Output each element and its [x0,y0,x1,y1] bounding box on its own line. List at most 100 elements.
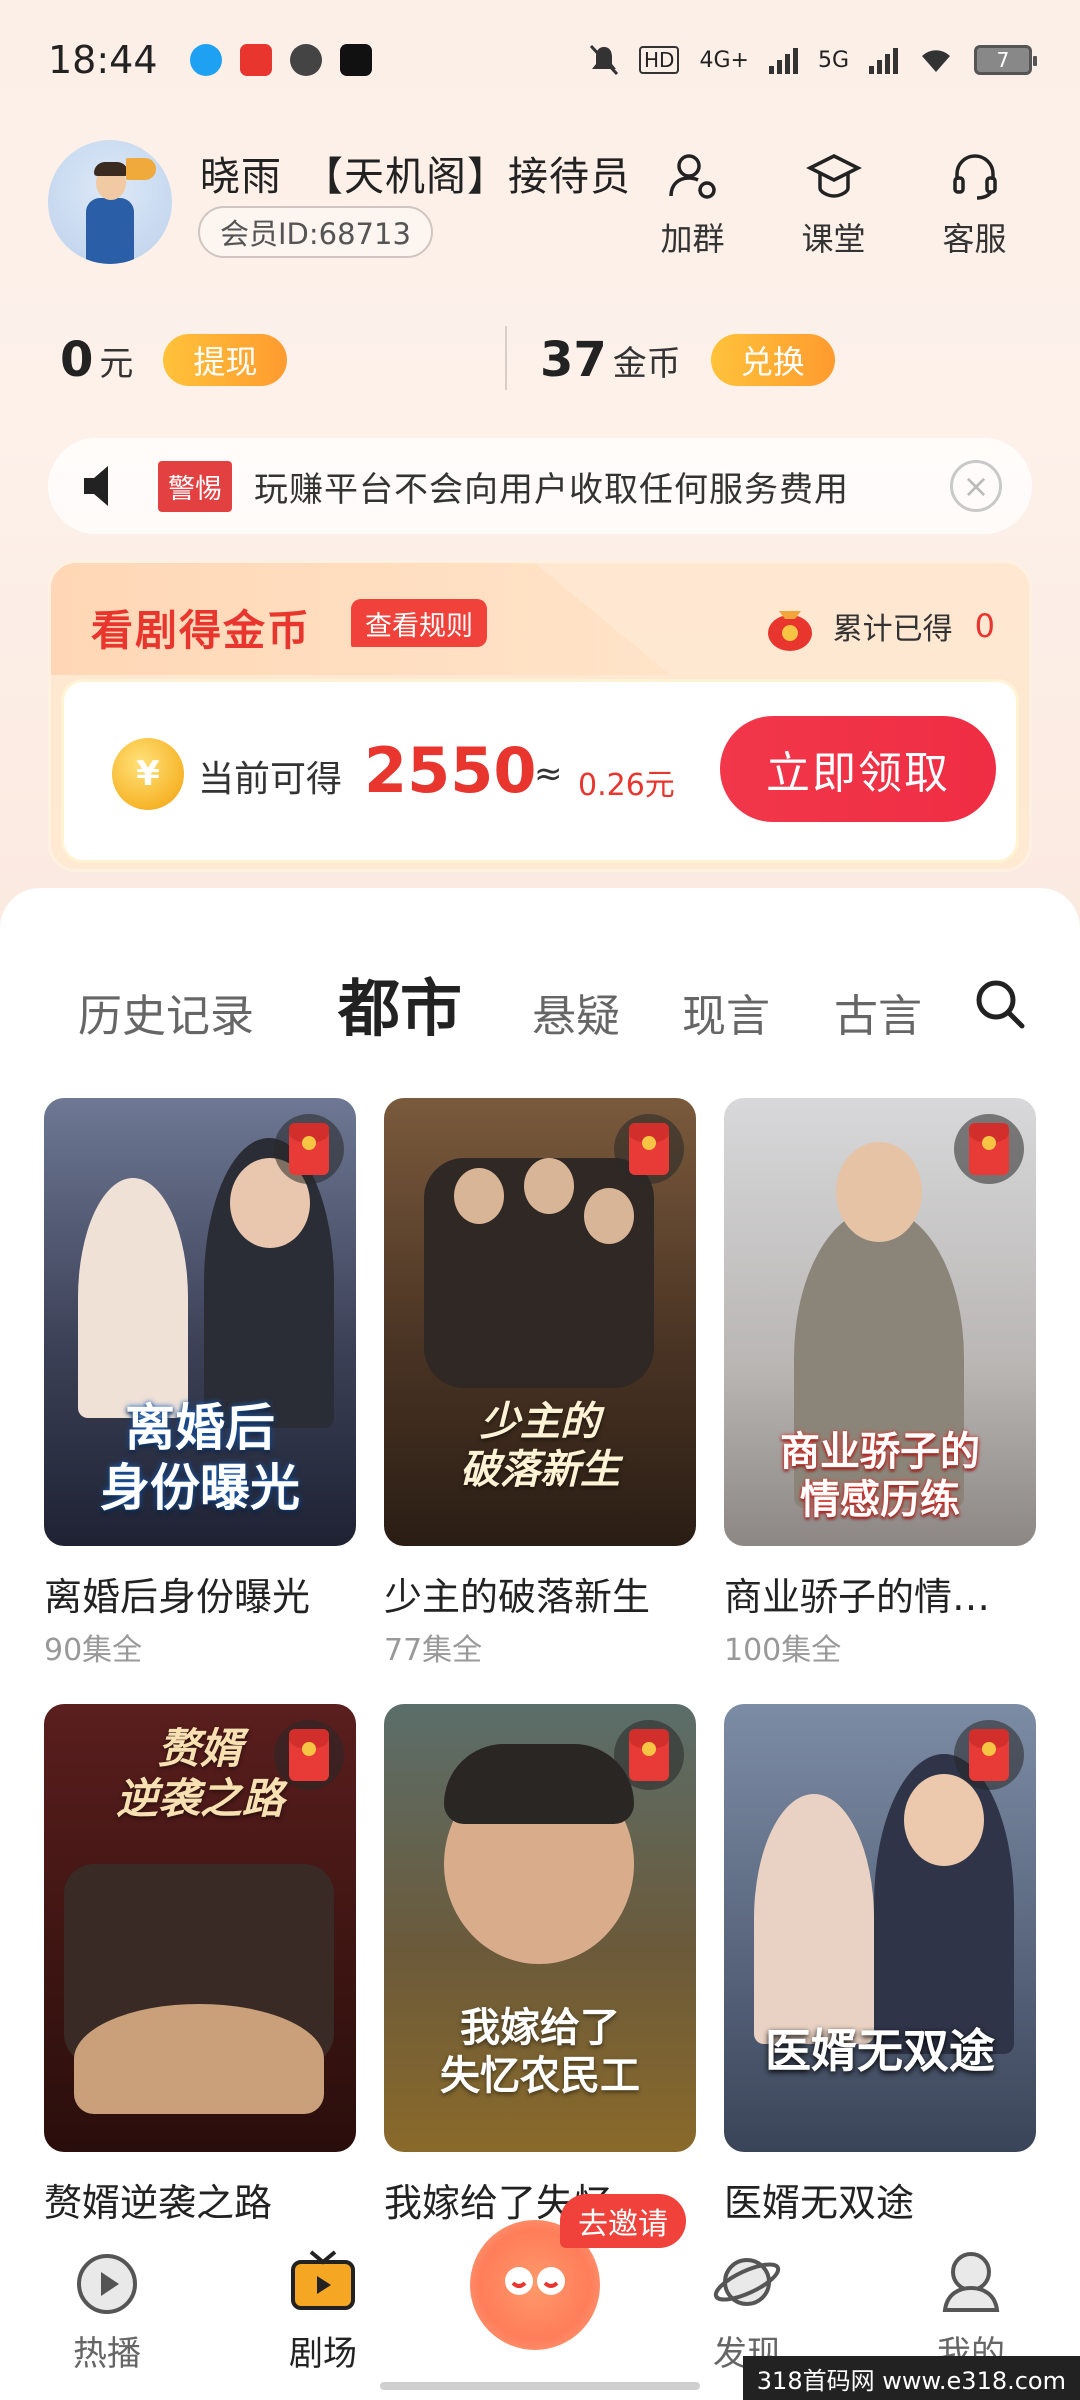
close-icon[interactable]: × [950,460,1002,512]
customer-service-button[interactable]: 客服 [917,148,1032,260]
drama-title: 离婚后身份曝光 [44,1575,311,1619]
nav-theater-label: 剧场 [289,2334,357,2374]
qq-notification-icon [189,44,222,76]
red-envelope-icon [969,1729,1009,1781]
red-packet-badge [274,1720,344,1790]
user-group-icon [665,148,721,204]
headset-icon [947,148,1003,204]
cash-value: 0 [60,332,94,388]
tab-urban[interactable]: 都市 [338,958,462,1048]
home-indicator[interactable] [380,2382,700,2390]
search-icon[interactable] [972,976,1028,1032]
profile-header: 晓雨 【天机阁】接待员 会员ID:68713 加群 课堂 客服 [48,140,1032,270]
tv-icon [291,2250,355,2310]
customer-service-label: 客服 [942,220,1007,258]
current-earnable-value: 2550 [364,734,537,807]
current-yuan-value: 0.26元 [578,768,675,803]
red-envelope-icon [289,1123,329,1175]
classroom-button[interactable]: 课堂 [776,148,891,260]
drama-episodes: 90集全 [44,1633,143,1668]
exchange-button[interactable]: 兑换 [710,334,835,386]
join-group-label: 加群 [660,220,725,258]
drama-card[interactable]: 赘婿 逆袭之路 赘婿逆袭之路 [44,1704,356,2227]
red-packet-badge [954,1720,1024,1790]
approx-sign: ≈ [534,754,563,794]
coins-value: 37 [540,332,607,388]
tab-suspense[interactable]: 悬疑 [532,980,620,1044]
red-envelope-icon [289,1729,329,1781]
money-bag-icon [767,611,812,651]
reward-card: 看剧得金币 查看规则 累计已得 0 ¥ 当前可得 2550 ≈ 0.26元 立即… [48,560,1032,872]
drama-title: 少主的破落新生 [384,1575,651,1619]
claim-now-button[interactable]: 立即领取 [720,716,996,822]
drama-card[interactable]: 医婿无双途 医婿无双途 [724,1704,1036,2227]
balance-divider [505,326,507,390]
wechat-notification-icon [289,44,322,76]
coin-icon: ¥ [112,738,184,810]
red-envelope-icon [629,1123,669,1175]
drama-poster[interactable]: 赘婿 逆袭之路 [44,1704,356,2152]
speaker-icon [84,466,108,506]
poster-title-art: 商业骄子的 情感历练 [780,1429,980,1523]
avatar[interactable] [48,140,172,264]
network-4g-label: 4G+ [699,47,749,73]
content-panel: 历史记录 都市 悬疑 现言 古言 离婚后 身份曝光 离婚后身份曝光 90集全 少… [0,888,1080,2400]
drama-title: 赘婿逆袭之路 [44,2181,273,2225]
red-packet-badge [954,1114,1024,1184]
drama-poster[interactable]: 少主的 破落新生 [384,1098,696,1546]
drama-poster[interactable]: 我嫁给了 失忆农民工 [384,1704,696,2152]
tiktok-notification-icon [339,44,372,76]
poster-title-art: 我嫁给了 失忆农民工 [440,2005,640,2099]
cash-balance: 0 元 提现 [60,332,288,388]
warning-tag: 警惕 [158,460,232,512]
reward-title: 看剧得金币 [91,606,312,655]
poster-title-art: 离婚后 身份曝光 [100,1399,300,1517]
red-packet-badge [614,1720,684,1790]
classroom-label: 课堂 [801,220,866,258]
drama-poster[interactable]: 医婿无双途 [724,1704,1036,2152]
red-packet-badge [614,1114,684,1184]
poster-title-art: 少主的 破落新生 [460,1399,620,1493]
red-envelope-icon [969,1123,1009,1175]
signal-4g-icon [768,46,798,74]
drama-card[interactable]: 离婚后 身份曝光 离婚后身份曝光 90集全 [44,1098,356,1669]
view-rules-button[interactable]: 查看规则 [351,599,487,647]
member-id-badge[interactable]: 会员ID:68713 [198,206,433,258]
drama-title: 医婿无双途 [724,2181,915,2225]
quick-actions: 加群 课堂 客服 [635,148,1032,260]
play-circle-icon [77,2254,137,2314]
poster-title-art: 医婿无双途 [765,2024,995,2078]
hd-indicator: HD [639,46,680,74]
drama-poster[interactable]: 离婚后 身份曝光 [44,1098,356,1546]
nav-trending[interactable]: 热播 [32,2244,182,2375]
drama-poster[interactable]: 商业骄子的 情感历练 [724,1098,1036,1546]
invite-button[interactable]: 去邀请 [470,2194,686,2360]
tab-modern-romance[interactable]: 现言 [682,980,770,1044]
planet-icon [713,2258,781,2306]
current-earnable-label: 当前可得 [198,759,343,800]
status-indicators: HD 4G+ 5G 7 [589,44,1037,76]
join-group-button[interactable]: 加群 [635,148,750,260]
battery-icon: 7 [974,45,1037,75]
accumulated-value: 0 [974,607,995,645]
wifi-icon [922,50,950,72]
watermark: 318首码网 www.e318.com [742,2356,1080,2400]
user-name: 晓雨 【天机阁】接待员 [200,154,631,200]
status-bar: 18:44 HD 4G+ 5G 7 [0,0,1080,120]
reward-header: 看剧得金币 查看规则 累计已得 0 [51,563,1029,675]
nav-theater[interactable]: 剧场 [248,2244,398,2375]
drama-card[interactable]: 商业骄子的 情感历练 商业骄子的情… 100集全 [724,1098,1036,1669]
drama-card[interactable]: 少主的 破落新生 少主的破落新生 77集全 [384,1098,696,1669]
profile-icon [942,2252,1000,2312]
nav-trending-label: 热播 [73,2334,141,2374]
accumulated-earnings: 累计已得 0 [761,597,995,655]
signal-5g-icon [869,46,898,74]
withdraw-button[interactable]: 提现 [163,334,288,386]
tab-ancient-romance[interactable]: 古言 [834,980,922,1044]
tab-history[interactable]: 历史记录 [78,980,254,1044]
red-envelope-icon [629,1729,669,1781]
reward-body: ¥ 当前可得 2550 ≈ 0.26元 立即领取 [61,679,1019,863]
red-packet-badge [274,1114,344,1184]
drama-episodes: 100集全 [724,1633,842,1668]
drama-card[interactable]: 我嫁给了 失忆农民工 我嫁给了失忆… [384,1704,696,2227]
